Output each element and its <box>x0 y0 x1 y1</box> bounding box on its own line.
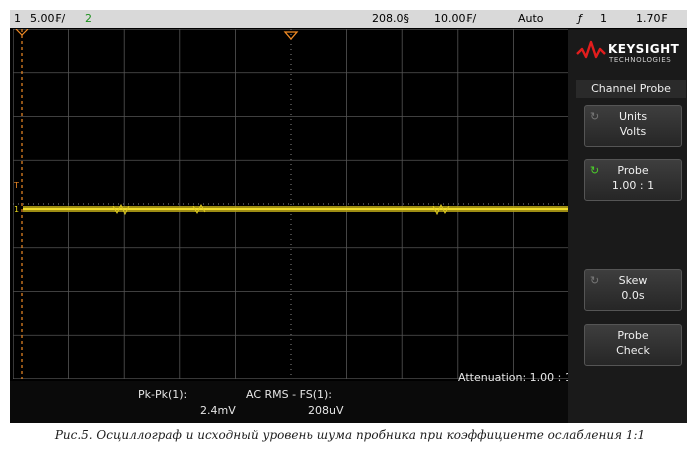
softkey-label: Skew <box>618 274 648 287</box>
ch1-number[interactable]: 1 <box>14 12 21 25</box>
pkpk-label: Pk-Pk(1): <box>138 388 188 401</box>
ch1-scale[interactable]: 5.00₣/ <box>30 12 65 25</box>
probe-ratio-softkey[interactable]: ↻ Probe 1.00 : 1 <box>584 159 682 201</box>
menu-title: Channel Probe <box>576 80 686 98</box>
figure-caption: Рис.5. Осциллограф и исходный уровень шу… <box>54 428 646 442</box>
graticule: T 1 <box>13 29 569 379</box>
trigger-delay-marker <box>283 31 299 40</box>
trigger-mode[interactable]: Auto <box>518 12 544 25</box>
rotate-knob-icon: ↻ <box>590 110 600 123</box>
ch1-ground-marker: 1 <box>14 205 19 214</box>
trigger-level-marker: T <box>13 181 19 190</box>
measurement-bar: Pk-Pk(1): 2.4mV AC RMS - FS(1): 208uV <box>10 381 568 423</box>
softkey-label: Units <box>618 110 648 123</box>
trigger-source[interactable]: 1 <box>600 12 607 25</box>
status-bar: 1 5.00₣/ 2 208.0§ 10.00₣/ Auto ƒ 1 1.70₣ <box>10 10 687 28</box>
acrms-value: 208uV <box>308 404 344 417</box>
softkey-panel: KEYSIGHT TECHNOLOGIES Channel Probe ↻ Un… <box>568 29 687 423</box>
pkpk-value: 2.4mV <box>200 404 236 417</box>
softkey-label: Probe <box>617 164 649 177</box>
softkey-label: Probe <box>617 329 649 342</box>
softkey-value: Volts <box>619 125 647 138</box>
trigger-edge-icon: ƒ <box>578 12 582 25</box>
units-softkey[interactable]: ↻ Units Volts <box>584 105 682 147</box>
softkey-value: Check <box>616 344 650 357</box>
softkey-value: 0.0s <box>621 289 645 302</box>
softkey-value: 1.00 : 1 <box>611 179 655 192</box>
timebase[interactable]: 10.00₣/ <box>434 12 476 25</box>
ch2-number[interactable]: 2 <box>85 12 92 25</box>
logo-sub: TECHNOLOGIES <box>609 56 672 64</box>
rotate-knob-icon: ↻ <box>590 164 600 177</box>
time-delay[interactable]: 208.0§ <box>372 12 409 25</box>
rotate-knob-icon: ↻ <box>590 274 600 287</box>
acrms-label: AC RMS - FS(1): <box>246 388 332 401</box>
trigger-level[interactable]: 1.70₣ <box>636 12 668 25</box>
keysight-logo: KEYSIGHT TECHNOLOGIES <box>576 39 684 69</box>
logo-name: KEYSIGHT <box>608 42 680 56</box>
probe-check-softkey[interactable]: Probe Check <box>584 324 682 366</box>
skew-softkey[interactable]: ↻ Skew 0.0s <box>584 269 682 311</box>
channel1-trace <box>23 203 569 216</box>
keysight-wave-icon <box>576 40 606 59</box>
oscilloscope-screen: 1 5.00₣/ 2 208.0§ 10.00₣/ Auto ƒ 1 1.70₣ <box>10 10 687 423</box>
